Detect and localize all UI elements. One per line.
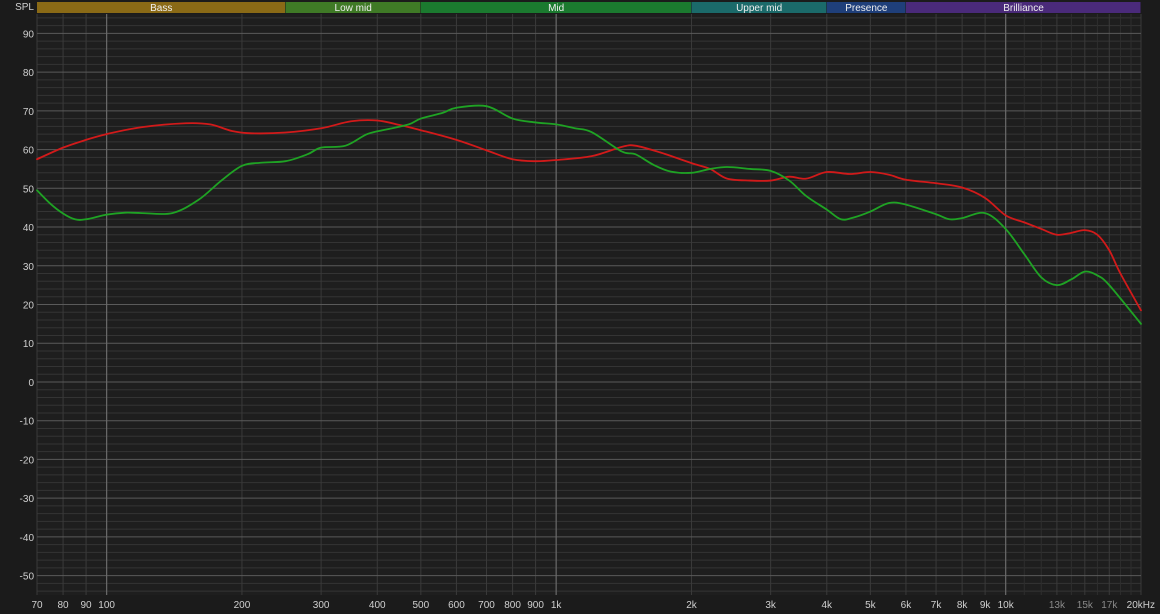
x-tick-label: 3k bbox=[765, 600, 777, 611]
x-tick-label: 70 bbox=[31, 600, 43, 611]
y-tick-label: 50 bbox=[23, 184, 35, 195]
y-tick-label: 80 bbox=[23, 68, 35, 79]
y-tick-label: -50 bbox=[20, 572, 35, 583]
x-tick-label: 500 bbox=[412, 600, 429, 611]
frequency-response-chart: Bass Low mid Mid Upper mid Presence Brillianc… bbox=[0, 0, 1160, 614]
x-tick-label: 9k bbox=[980, 600, 992, 611]
band-label: Bass bbox=[150, 3, 172, 14]
x-tick-label: 1k bbox=[551, 600, 563, 611]
x-tick-label: 20kHz bbox=[1127, 600, 1155, 611]
y-tick-label: 10 bbox=[23, 339, 35, 350]
x-tick-label: 2k bbox=[686, 600, 698, 611]
x-tick-label: 10k bbox=[998, 600, 1015, 611]
y-tick-label: 20 bbox=[23, 301, 35, 312]
x-tick-label: 100 bbox=[98, 600, 115, 611]
band-label: Presence bbox=[845, 3, 888, 14]
y-tick-label: 30 bbox=[23, 262, 35, 273]
x-tick-label: 800 bbox=[504, 600, 521, 611]
y-tick-label: 60 bbox=[23, 146, 35, 157]
y-tick-label: -20 bbox=[20, 455, 35, 466]
y-tick-label: 40 bbox=[23, 223, 35, 234]
y-tick-label: -10 bbox=[20, 417, 35, 428]
y-tick-label: -40 bbox=[20, 533, 35, 544]
x-tick-label: 6k bbox=[901, 600, 913, 611]
y-tick-label: -30 bbox=[20, 494, 35, 505]
x-tick-label: 200 bbox=[234, 600, 251, 611]
chart-canvas: Bass Low mid Mid Upper mid Presence Brillianc… bbox=[0, 0, 1160, 614]
x-tick-label: 700 bbox=[478, 600, 495, 611]
y-tick-label: 0 bbox=[28, 378, 34, 389]
x-tick-label: 400 bbox=[369, 600, 386, 611]
band-label: Upper mid bbox=[736, 3, 782, 14]
band-label: Brilliance bbox=[1003, 3, 1044, 14]
x-tick-label: 80 bbox=[58, 600, 70, 611]
y-tick-label: 70 bbox=[23, 107, 35, 118]
y-axis-label: SPL bbox=[15, 2, 34, 13]
band-label: Low mid bbox=[335, 3, 372, 14]
x-tick-label: 300 bbox=[313, 600, 330, 611]
x-tick-label: 7k bbox=[931, 600, 943, 611]
x-tick-label: 17k bbox=[1101, 600, 1118, 611]
x-tick-label: 5k bbox=[865, 600, 877, 611]
x-tick-label: 4k bbox=[822, 600, 834, 611]
x-tick-label: 15k bbox=[1077, 600, 1094, 611]
band-label: Mid bbox=[548, 3, 564, 14]
y-tick-label: 90 bbox=[23, 29, 35, 40]
frequency-band-bar: Bass Low mid Mid Upper mid Presence Brillianc… bbox=[37, 2, 1142, 14]
x-tick-label: 8k bbox=[957, 600, 969, 611]
x-tick-label: 900 bbox=[527, 600, 544, 611]
x-tick-label: 600 bbox=[448, 600, 465, 611]
x-tick-label: 13k bbox=[1049, 600, 1066, 611]
x-tick-label: 90 bbox=[81, 600, 93, 611]
